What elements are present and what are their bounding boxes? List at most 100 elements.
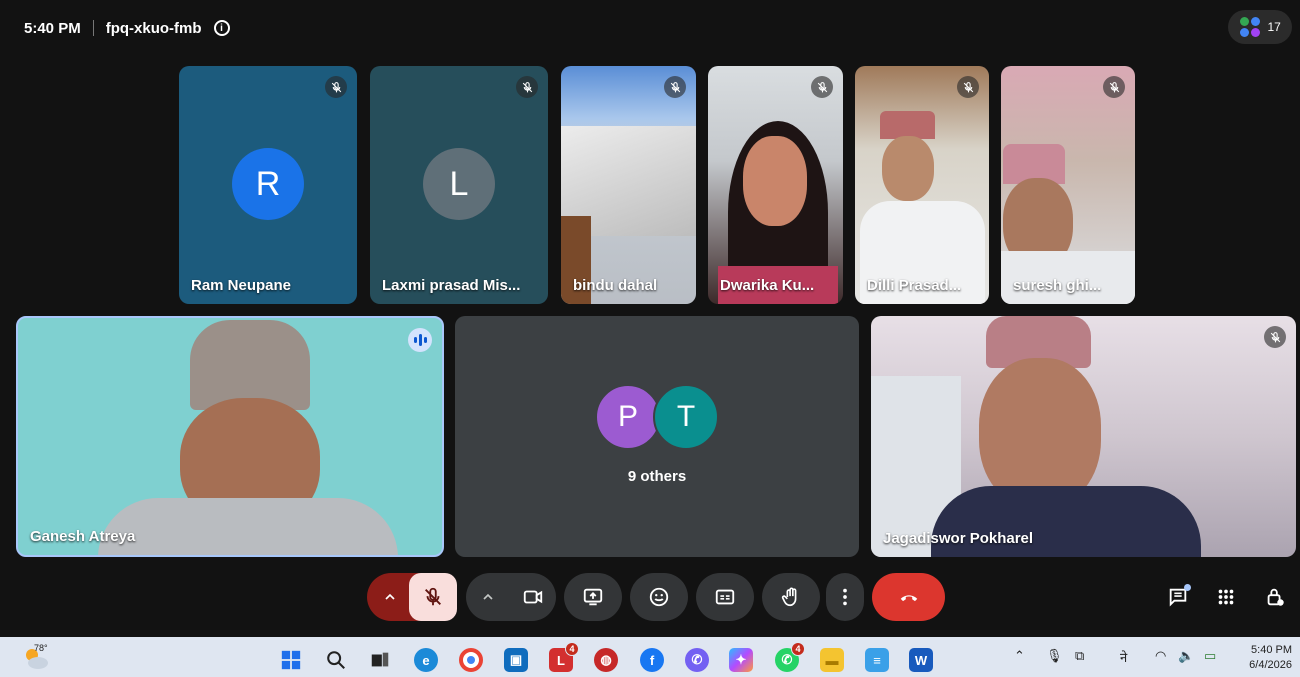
search-button[interactable]	[324, 648, 348, 672]
participant-name: Ram Neupane	[191, 277, 292, 294]
l-app-icon: L	[557, 652, 565, 668]
edge-icon: e	[422, 652, 430, 668]
microphone-tray-icon[interactable]: 🎙	[1046, 648, 1063, 664]
mic-off-icon	[664, 76, 686, 98]
clock-date: 6/4/2026	[1249, 659, 1292, 671]
mic-off-icon	[516, 76, 538, 98]
host-controls-icon	[1267, 588, 1284, 606]
taskbar-chrome[interactable]	[459, 648, 483, 672]
mic-control-group	[367, 573, 457, 621]
participant-tile-ram-neupane[interactable]: R Ram Neupane	[179, 66, 357, 304]
meeting-details-bar: 5:40 PM fpq-xkuo-fmb i	[24, 16, 230, 40]
store-icon: ▣	[509, 652, 523, 667]
notification-dot	[1184, 584, 1191, 591]
present-control	[564, 573, 622, 621]
participant-tile-jagadiswor-pokharel[interactable]: Jagadiswor Pokharel	[871, 316, 1296, 557]
taskbar-file-explorer[interactable]: ▬	[820, 648, 844, 672]
mic-off-icon	[957, 76, 979, 98]
start-button[interactable]	[279, 648, 303, 672]
camera-options-button[interactable]	[466, 573, 510, 621]
activities-icon	[1218, 589, 1234, 605]
taskbar-bag-app[interactable]: ◍	[594, 648, 618, 672]
camera-toggle-button[interactable]	[510, 573, 556, 621]
people-icon	[1239, 16, 1261, 38]
taskbar-l-app[interactable]: L 4	[549, 642, 579, 672]
avatar: P	[595, 384, 661, 450]
participant-tile-dilli-prasad[interactable]: Dilli Prasad...	[855, 66, 989, 304]
taskbar-notepad[interactable]: ≡	[865, 648, 889, 672]
avatar: L	[423, 148, 495, 220]
captions-control	[696, 573, 754, 621]
participant-tile-dwarika[interactable]: Dwarika Ku...	[708, 66, 843, 304]
weather-temp: 78°	[34, 643, 48, 653]
task-view-button[interactable]	[368, 648, 392, 672]
present-screen-icon	[583, 588, 603, 606]
raise-hand-icon	[781, 587, 797, 607]
taskbar-store[interactable]: ▣	[504, 648, 528, 672]
leave-call-button[interactable]	[872, 573, 945, 621]
chat-button[interactable]	[1165, 584, 1191, 610]
ime-indicator[interactable]: ने	[1120, 648, 1127, 666]
whatsapp-icon: ✆	[781, 652, 793, 667]
meet-window: 5:40 PM fpq-xkuo-fmb i 17 R Ram Neupane …	[0, 0, 1300, 677]
raise-hand-button[interactable]	[762, 573, 820, 621]
mic-toggle-button[interactable]	[409, 573, 457, 621]
divider	[92, 20, 94, 36]
avatar: R	[232, 148, 304, 220]
mic-options-button[interactable]	[367, 573, 413, 621]
participant-tile-ganesh-atreya[interactable]: Ganesh Atreya	[16, 316, 444, 557]
meeting-time: 5:40 PM	[24, 19, 81, 37]
captions-button[interactable]	[696, 573, 754, 621]
others-tile[interactable]: P T 9 others	[455, 316, 859, 557]
participant-tile-bindu-dahal[interactable]: bindu dahal	[561, 66, 696, 304]
reactions-control	[630, 573, 688, 621]
more-options-button[interactable]	[826, 573, 864, 621]
screen-share-tray-icon[interactable]: ⧉	[1075, 648, 1084, 664]
reactions-button[interactable]	[630, 573, 688, 621]
word-icon: W	[914, 652, 928, 668]
search-icon	[327, 651, 345, 669]
mic-off-icon	[1103, 76, 1125, 98]
camera-control-group	[466, 573, 556, 621]
notepad-icon: ≡	[873, 652, 881, 668]
end-call-icon	[900, 595, 917, 602]
participant-tile-suresh[interactable]: suresh ghi...	[1001, 66, 1135, 304]
participants-button[interactable]: 17	[1228, 10, 1292, 44]
participant-name: Ganesh Atreya	[30, 528, 136, 545]
taskbar-word[interactable]: W	[909, 648, 933, 672]
participant-name: Jagadiswor Pokharel	[883, 530, 1034, 547]
host-controls-button[interactable]	[1262, 584, 1288, 610]
taskbar-clock[interactable]: 5:40 PM 6/4/2026	[1249, 643, 1292, 673]
battery-icon[interactable]: ▭	[1204, 648, 1216, 664]
taskbar-viber[interactable]: ✆	[685, 648, 709, 672]
mic-group	[367, 573, 457, 621]
chrome-icon	[467, 656, 475, 664]
folder-icon: ▬	[825, 652, 839, 668]
participant-name: Dilli Prasad...	[867, 277, 962, 294]
more-vert-icon	[843, 588, 847, 606]
others-label: 9 others	[627, 468, 687, 485]
taskbar-copilot[interactable]: ✦	[729, 648, 753, 672]
viber-icon: ✆	[691, 652, 703, 667]
activities-button[interactable]	[1213, 584, 1239, 610]
windows-icon	[281, 650, 301, 670]
participant-tile-laxmi[interactable]: L Laxmi prasad Mis...	[370, 66, 548, 304]
more-options-control	[826, 573, 864, 621]
present-button[interactable]	[564, 573, 622, 621]
weather-widget[interactable]: 78°	[22, 643, 50, 671]
camera-icon	[523, 590, 543, 604]
chevron-up-icon[interactable]: ⌃	[1014, 648, 1025, 664]
taskbar-whatsapp[interactable]: ✆ 4	[775, 642, 805, 672]
taskbar-facebook[interactable]: f	[640, 648, 664, 672]
wifi-icon[interactable]: ◠	[1155, 648, 1166, 664]
clock-time: 5:40 PM	[1251, 644, 1292, 656]
video-feed-topi	[880, 111, 935, 139]
participant-name: bindu dahal	[573, 277, 658, 294]
taskbar-edge[interactable]: e	[414, 648, 438, 672]
video-feed-topi	[190, 320, 310, 410]
volume-icon[interactable]: 🔈	[1178, 648, 1194, 664]
info-icon[interactable]: i	[213, 20, 230, 36]
meeting-code[interactable]: fpq-xkuo-fmb	[106, 20, 202, 37]
avatar: T	[653, 384, 719, 450]
video-feed-face	[882, 136, 934, 201]
